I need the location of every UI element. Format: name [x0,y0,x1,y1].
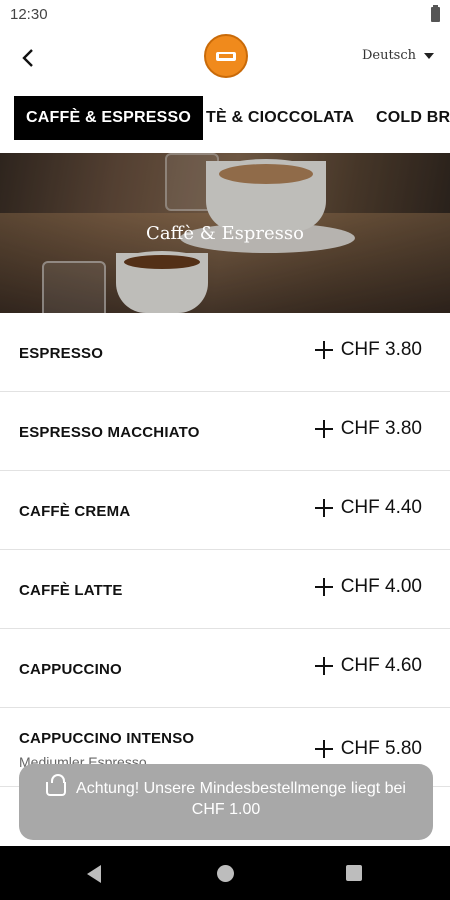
product-name: CAPPUCCINO [19,661,122,678]
nav-home-icon[interactable] [217,865,234,882]
caret-down-icon [424,52,434,59]
list-item[interactable]: ESPRESSO CHF 3.80 [0,313,450,392]
product-price: CHF 3.80 [340,418,422,439]
product-name: CAFFÈ CREMA [19,503,131,520]
list-item[interactable]: CAFFÈ CREMA CHF 4.40 [0,471,450,550]
product-price: CHF 4.60 [340,655,422,676]
plus-icon [314,499,333,517]
category-tab-bar: CAFFÈ & ESPRESSO TÈ & CIOCCOLATA COLD BR… [0,96,450,144]
tab-te-cioccolata[interactable]: TÈ & CIOCCOLATA [206,96,354,140]
plus-icon [314,740,333,758]
list-item[interactable]: CAFFÈ LATTE CHF 4.00 [0,550,450,629]
tab-caffe-espresso[interactable]: CAFFÈ & ESPRESSO [14,96,204,140]
product-price: CHF 5.80 [340,738,422,759]
nav-back-icon[interactable] [87,865,101,883]
minimum-order-toast: Achtung! Unsere Mindesbestellmenge liegt… [19,764,433,840]
product-name: CAFFÈ LATTE [19,582,123,599]
product-list: ESPRESSO CHF 3.80 ESPRESSO MACCHIATO CHF… [0,313,450,787]
toast-message: Achtung! Unsere Mindesbestellmenge liegt… [76,780,406,797]
status-time: 12:30 [10,6,48,23]
nav-recents-icon[interactable] [346,865,362,881]
app-header: Deutsch [0,30,450,88]
add-to-cart-button[interactable]: CHF 4.00 [314,576,422,598]
toast-amount: CHF 1.00 [191,801,261,818]
product-name: ESPRESSO [19,345,104,362]
language-label: Deutsch [361,48,416,63]
plus-icon [314,578,333,596]
back-button[interactable] [14,44,42,72]
back-icon [22,49,33,67]
list-item[interactable]: CAPPUCCINO CHF 4.60 [0,629,450,708]
category-hero-image: Caffè & Espresso [0,153,450,313]
list-item[interactable]: ESPRESSO MACCHIATO CHF 3.80 [0,392,450,471]
basket-icon [46,774,67,796]
add-to-cart-button[interactable]: CHF 3.80 [314,418,422,440]
add-to-cart-button[interactable]: CHF 4.60 [314,655,422,677]
status-bar: 12:30 [0,0,450,30]
category-title: Caffè & Espresso [146,223,304,244]
product-price: CHF 3.80 [340,339,422,360]
system-nav-bar [0,846,450,900]
add-to-cart-button[interactable]: CHF 4.40 [314,497,422,519]
product-name: CAPPUCCINO INTENSO [19,730,195,747]
plus-icon [314,341,333,359]
plus-icon [314,420,333,438]
battery-icon [431,5,440,22]
tab-cold-brew[interactable]: COLD BRE [376,96,450,140]
add-to-cart-button[interactable]: CHF 5.80 [314,738,422,760]
product-name: ESPRESSO MACCHIATO [19,424,200,441]
product-price: CHF 4.40 [340,497,422,518]
plus-icon [314,657,333,675]
add-to-cart-button[interactable]: CHF 3.80 [314,339,422,361]
brand-logo [204,34,248,78]
product-price: CHF 4.00 [340,576,422,597]
language-select[interactable]: Deutsch [362,48,434,63]
